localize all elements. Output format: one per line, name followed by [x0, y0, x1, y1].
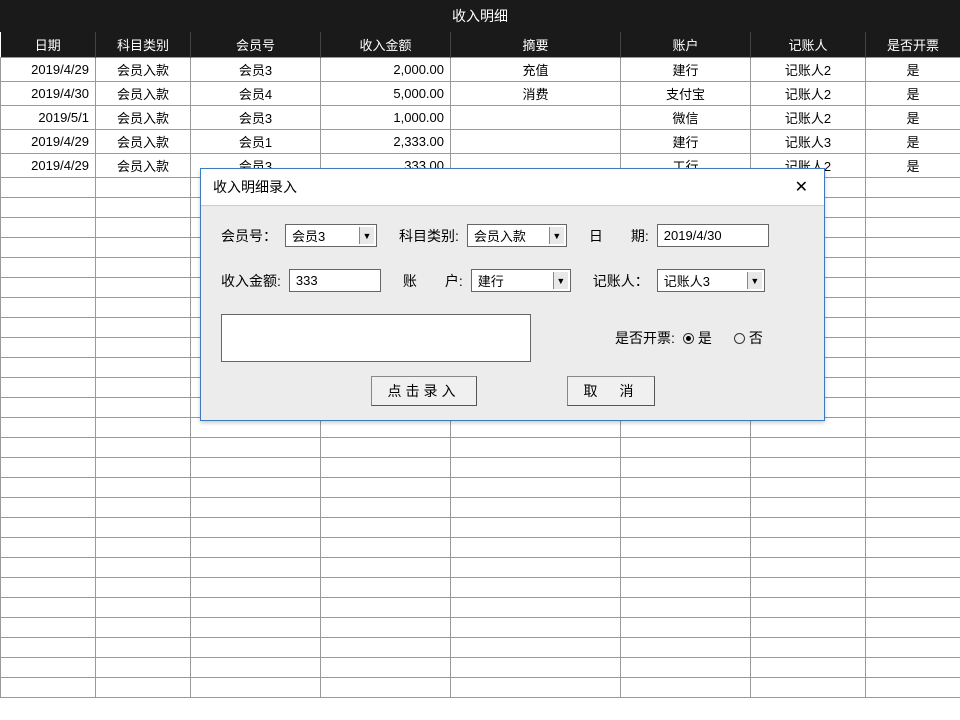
label-booker: 记账人： — [593, 271, 649, 291]
label-date: 日 期: — [589, 226, 649, 246]
label-amount: 收入金额: — [221, 271, 281, 291]
col-account: 账户 — [621, 32, 751, 58]
cell-member: 会员1 — [191, 130, 321, 154]
table-row[interactable]: 2019/4/30会员入款会员45,000.00消费支付宝记账人2是 — [1, 82, 960, 106]
cell-date: 2019/4/29 — [1, 154, 96, 178]
cell-invoice: 是 — [866, 106, 960, 130]
income-entry-dialog: 收入明细录入 ✕ 会员号： 会员3 ▼ 科目类别: 会员入款 ▼ 日 期: 20… — [200, 168, 825, 421]
table-row[interactable]: 2019/5/1会员入款会员31,000.00 微信记账人2是 — [1, 106, 960, 130]
table-row-empty[interactable] — [1, 598, 960, 618]
table-row-empty[interactable] — [1, 518, 960, 538]
member-select[interactable]: 会员3 ▼ — [285, 224, 377, 247]
cell-invoice: 是 — [866, 130, 960, 154]
table-row-empty[interactable] — [1, 478, 960, 498]
summary-textarea[interactable] — [221, 314, 531, 362]
cell-member: 会员4 — [191, 82, 321, 106]
invoice-yes-label: 是 — [698, 328, 712, 348]
radio-icon — [683, 333, 694, 344]
account-select-value: 建行 — [478, 271, 504, 290]
invoice-yes-radio[interactable]: 是 — [683, 328, 712, 348]
col-summary: 摘要 — [451, 32, 621, 58]
col-date: 日期 — [1, 32, 96, 58]
cell-account: 微信 — [621, 106, 751, 130]
cell-invoice: 是 — [866, 58, 960, 82]
cell-date: 2019/4/29 — [1, 58, 96, 82]
submit-button[interactable]: 点击录入 — [371, 376, 477, 406]
date-input[interactable]: 2019/4/30 — [657, 224, 769, 247]
cell-cat: 会员入款 — [96, 130, 191, 154]
booker-select-value: 记账人3 — [664, 271, 710, 290]
cell-account: 建行 — [621, 58, 751, 82]
cell-summary: 充值 — [451, 58, 621, 82]
table-row-empty[interactable] — [1, 638, 960, 658]
cell-date: 2019/4/29 — [1, 130, 96, 154]
cell-summary — [451, 130, 621, 154]
chevron-down-icon: ▼ — [549, 227, 564, 244]
label-member: 会员号： — [221, 226, 277, 246]
dialog-header: 收入明细录入 ✕ — [201, 169, 824, 206]
cell-date: 2019/4/30 — [1, 82, 96, 106]
table-row-empty[interactable] — [1, 578, 960, 598]
cell-amount: 5,000.00 — [321, 82, 451, 106]
booker-select[interactable]: 记账人3 ▼ — [657, 269, 765, 292]
cell-member: 会员3 — [191, 106, 321, 130]
category-select-value: 会员入款 — [474, 226, 526, 245]
date-input-value: 2019/4/30 — [664, 228, 722, 243]
category-select[interactable]: 会员入款 ▼ — [467, 224, 567, 247]
label-account: 账 户: — [403, 271, 463, 291]
chevron-down-icon: ▼ — [553, 272, 568, 289]
cell-cat: 会员入款 — [96, 58, 191, 82]
table-row-empty[interactable] — [1, 558, 960, 578]
table-row-empty[interactable] — [1, 618, 960, 638]
table-row-empty[interactable] — [1, 678, 960, 698]
cell-date: 2019/5/1 — [1, 106, 96, 130]
cell-amount: 2,333.00 — [321, 130, 451, 154]
member-select-value: 会员3 — [292, 226, 325, 245]
table-header-row: 日期 科目类别 会员号 收入金额 摘要 账户 记账人 是否开票 — [1, 32, 960, 58]
page-title: 收入明细 — [0, 0, 960, 32]
cell-cat: 会员入款 — [96, 154, 191, 178]
col-amount: 收入金额 — [321, 32, 451, 58]
cell-cat: 会员入款 — [96, 82, 191, 106]
table-row[interactable]: 2019/4/29会员入款会员32,000.00充值建行记账人2是 — [1, 58, 960, 82]
cell-cat: 会员入款 — [96, 106, 191, 130]
label-category: 科目类别: — [399, 226, 459, 246]
invoice-no-label: 否 — [749, 328, 763, 348]
cell-amount: 1,000.00 — [321, 106, 451, 130]
account-select[interactable]: 建行 ▼ — [471, 269, 571, 292]
amount-input[interactable]: 333 — [289, 269, 381, 292]
chevron-down-icon: ▼ — [747, 272, 762, 289]
table-row-empty[interactable] — [1, 498, 960, 518]
label-invoice: 是否开票: — [615, 328, 675, 348]
amount-input-value: 333 — [296, 273, 318, 288]
cell-invoice: 是 — [866, 82, 960, 106]
cell-booker: 记账人2 — [751, 82, 866, 106]
chevron-down-icon: ▼ — [359, 227, 374, 244]
table-row-empty[interactable] — [1, 438, 960, 458]
cell-booker: 记账人2 — [751, 58, 866, 82]
table-row-empty[interactable] — [1, 458, 960, 478]
cell-account: 支付宝 — [621, 82, 751, 106]
cell-summary: 消费 — [451, 82, 621, 106]
table-row-empty[interactable] — [1, 658, 960, 678]
col-invoice: 是否开票 — [866, 32, 960, 58]
radio-icon — [734, 333, 745, 344]
cell-account: 建行 — [621, 130, 751, 154]
cell-booker: 记账人2 — [751, 106, 866, 130]
cell-invoice: 是 — [866, 154, 960, 178]
col-booker: 记账人 — [751, 32, 866, 58]
dialog-title: 收入明细录入 — [213, 177, 297, 197]
close-icon[interactable]: ✕ — [791, 177, 812, 197]
cell-booker: 记账人3 — [751, 130, 866, 154]
invoice-no-radio[interactable]: 否 — [734, 328, 763, 348]
cell-summary — [451, 106, 621, 130]
cancel-button[interactable]: 取 消 — [567, 376, 655, 406]
table-row[interactable]: 2019/4/29会员入款会员12,333.00 建行记账人3是 — [1, 130, 960, 154]
cell-amount: 2,000.00 — [321, 58, 451, 82]
table-row-empty[interactable] — [1, 538, 960, 558]
col-category: 科目类别 — [96, 32, 191, 58]
cell-member: 会员3 — [191, 58, 321, 82]
col-member: 会员号 — [191, 32, 321, 58]
